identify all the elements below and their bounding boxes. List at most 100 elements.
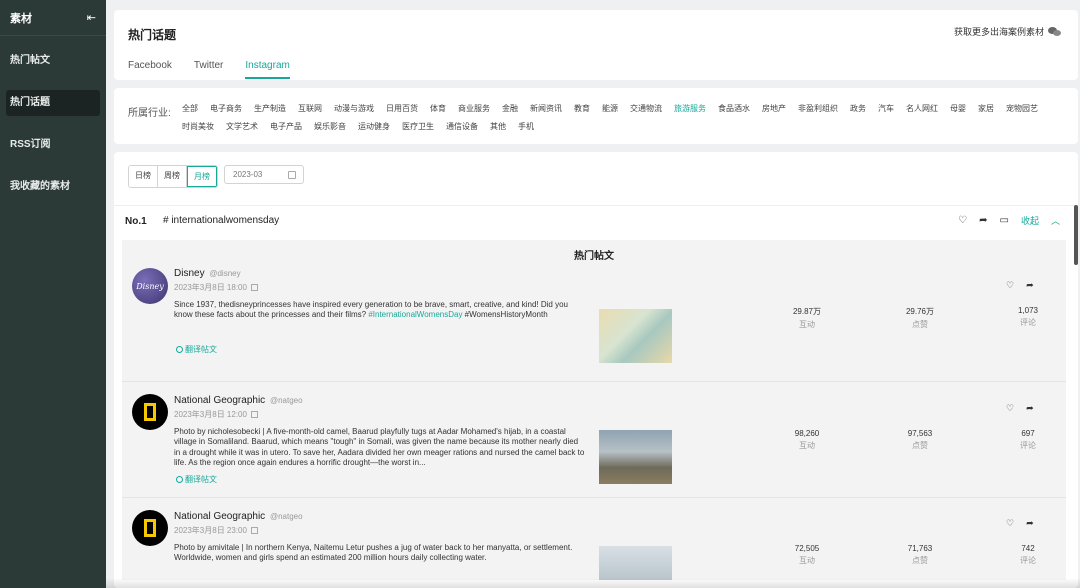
industry-option[interactable]: 商业服务	[458, 104, 490, 113]
tab-weekly[interactable]: 周榜	[158, 166, 187, 187]
copy-icon[interactable]	[250, 527, 258, 534]
heart-icon[interactable]: ♡	[1006, 403, 1014, 414]
industry-option[interactable]: 家居	[978, 104, 994, 113]
copy-icon[interactable]	[250, 411, 258, 418]
industry-option[interactable]: 文学艺术	[226, 122, 258, 131]
stat-likes: 29.76万 点赞	[905, 307, 935, 329]
post-hashtag-link[interactable]: #InternationalWomensDay	[368, 310, 462, 319]
industry-filter-label: 所属行业:	[128, 108, 171, 119]
industry-option[interactable]: 全部	[182, 104, 198, 113]
more-cases-link[interactable]: 获取更多出海案例素材	[954, 25, 1062, 38]
post-thumbnail[interactable]	[599, 309, 672, 363]
share-icon[interactable]: ➦	[1026, 403, 1034, 414]
post-author[interactable]: National Geographic @natgeo	[174, 395, 303, 406]
industry-filter-card: 所属行业: 全部 电子商务 生产制造 互联网 动漫与游戏 日用百货 体育 商业服务 金融 新闻资讯…	[114, 88, 1078, 144]
topic-header: No.1 # internationalwomensday ♡ ➦ ▭ 收起 ︿	[114, 205, 1078, 235]
scrollbar[interactable]	[1074, 205, 1078, 265]
stat-likes: 97,563 点赞	[907, 429, 933, 450]
page-title: 热门话题	[128, 28, 177, 42]
heart-icon[interactable]: ♡	[1006, 518, 1014, 529]
copy-icon[interactable]	[250, 284, 258, 291]
post-handle: @disney	[209, 269, 241, 278]
translate-button[interactable]: 翻译帖文	[176, 344, 217, 355]
topic-actions: ♡ ➦ ▭ 收起 ︿	[958, 214, 1060, 227]
stat-comments: 742 评论	[1020, 544, 1036, 565]
platform-tabs: Facebook Twitter Instagram	[128, 60, 290, 79]
post-actions: ♡ ➦	[1006, 280, 1034, 291]
industry-option[interactable]: 母婴	[950, 104, 966, 113]
topic-hashtag[interactable]: # internationalwomensday	[163, 215, 279, 226]
industry-option[interactable]: 体育	[430, 104, 446, 113]
post-thumbnail[interactable]	[599, 430, 672, 484]
sidebar-item-saved[interactable]: 我收藏的素材	[6, 174, 100, 200]
industry-option[interactable]: 金融	[502, 104, 518, 113]
industry-option[interactable]: 宠物园艺	[1006, 104, 1038, 113]
industry-option[interactable]: 娱乐影音	[314, 122, 346, 131]
translate-button[interactable]: 翻译帖文	[176, 474, 217, 485]
industry-option[interactable]: 食品酒水	[718, 104, 750, 113]
industry-option[interactable]: 教育	[574, 104, 590, 113]
tab-twitter[interactable]: Twitter	[194, 60, 223, 79]
sidebar-header: 素材 ⇤	[0, 0, 106, 36]
industry-option[interactable]: 电子商务	[210, 104, 242, 113]
industry-option[interactable]: 互联网	[298, 104, 322, 113]
industry-option[interactable]: 名人网红	[906, 104, 938, 113]
translate-icon	[176, 476, 183, 483]
share-icon[interactable]: ➦	[1026, 518, 1034, 529]
collapse-button[interactable]: 收起	[1021, 214, 1039, 227]
sidebar-item-hot-posts[interactable]: 热门帖文	[6, 48, 100, 74]
industry-option[interactable]: 其他	[490, 122, 506, 131]
industry-option[interactable]: 时尚美妆	[182, 122, 214, 131]
sidebar-item-hot-topics[interactable]: 热门话题	[6, 90, 100, 116]
avatar	[132, 510, 168, 546]
post-row: Disney Disney @disney 2023年3月8日 18:00 Si…	[122, 268, 1066, 382]
tab-monthly[interactable]: 月榜	[187, 166, 217, 187]
topic-list-card: 日榜 周榜 月榜 2023-03 No.1 # internationalwom…	[114, 152, 1078, 588]
industry-option[interactable]: 能源	[602, 104, 618, 113]
post-actions: ♡ ➦	[1006, 518, 1034, 529]
natgeo-logo	[144, 519, 156, 537]
tab-instagram[interactable]: Instagram	[245, 60, 290, 79]
stat-comments: 697 评论	[1020, 429, 1036, 450]
share-icon[interactable]: ➦	[979, 215, 987, 227]
tab-facebook[interactable]: Facebook	[128, 60, 172, 79]
industry-option[interactable]: 运动健身	[358, 122, 390, 131]
share-icon[interactable]: ➦	[1026, 280, 1034, 291]
industry-option[interactable]: 交通物流	[630, 104, 662, 113]
industry-option[interactable]: 医疗卫生	[402, 122, 434, 131]
chevron-up-icon[interactable]: ︿	[1051, 214, 1060, 227]
industry-option[interactable]: 旅游服务	[674, 104, 706, 113]
stat-comments: 1,073 评论	[1017, 306, 1039, 327]
heart-icon[interactable]: ♡	[958, 215, 967, 227]
post-handle: @natgeo	[269, 512, 303, 521]
stat-interactions: 98,260 互动	[794, 429, 820, 450]
industry-option[interactable]: 政务	[850, 104, 866, 113]
industry-option[interactable]: 手机	[518, 122, 534, 131]
heart-icon[interactable]: ♡	[1006, 280, 1014, 291]
industry-option[interactable]: 生产制造	[254, 104, 286, 113]
industry-option[interactable]: 日用百货	[386, 104, 418, 113]
more-cases-label: 获取更多出海案例素材	[953, 27, 1044, 37]
post-time: 2023年3月8日 18:00	[174, 282, 258, 293]
industry-option[interactable]: 汽车	[878, 104, 894, 113]
post-author[interactable]: National Geographic @natgeo	[174, 511, 303, 522]
post-thumbnail[interactable]	[599, 546, 672, 580]
industry-option[interactable]: 非盈利组织	[798, 104, 838, 113]
industry-option[interactable]: 新闻资讯	[530, 104, 562, 113]
industry-option[interactable]: 房地产	[762, 104, 786, 113]
industry-option[interactable]: 通信设备	[446, 122, 478, 131]
post-text: Photo by amivitale | In northern Kenya, …	[174, 543, 573, 563]
sidebar-item-rss[interactable]: RSS订阅	[6, 132, 100, 158]
industry-option[interactable]: 电子产品	[270, 122, 302, 131]
post-author[interactable]: Disney @disney	[174, 268, 241, 279]
collapse-sidebar-icon[interactable]: ⇤	[87, 11, 96, 24]
hot-posts-title: 热门帖文	[574, 251, 614, 262]
tab-daily[interactable]: 日榜	[129, 166, 158, 187]
main-content: 热门话题 获取更多出海案例素材 Facebook Twitter Instagr…	[114, 0, 1078, 588]
archive-icon[interactable]: ▭	[1000, 215, 1009, 227]
month-picker[interactable]: 2023-03	[224, 165, 304, 184]
industry-option[interactable]: 动漫与游戏	[334, 104, 374, 113]
post-time: 2023年3月8日 23:00	[174, 525, 258, 536]
stat-interactions: 72,505 互动	[794, 544, 820, 565]
post-actions: ♡ ➦	[1006, 403, 1034, 414]
